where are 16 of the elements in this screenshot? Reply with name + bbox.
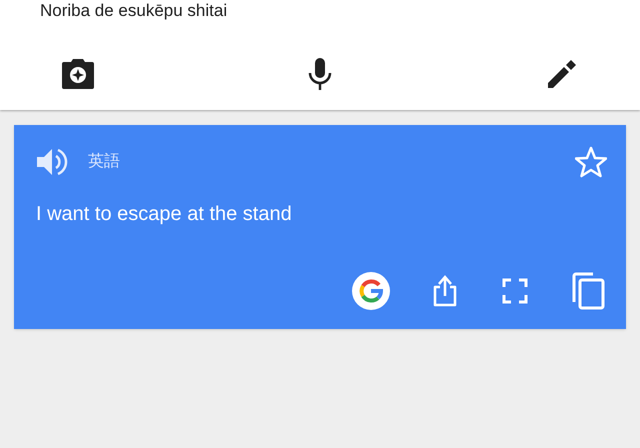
search-button[interactable] (352, 272, 390, 310)
multicolor-logo-icon (359, 279, 383, 303)
speaker-button[interactable] (36, 147, 68, 177)
translated-text: I want to escape at the stand (36, 203, 292, 225)
pen-icon (546, 58, 578, 90)
camera-button[interactable] (60, 56, 96, 92)
language-label: 英語 (88, 152, 120, 172)
camera-icon (61, 58, 95, 90)
fullscreen-button[interactable] (500, 276, 530, 306)
copy-icon (571, 272, 605, 310)
romanized-text: Noriba de esukēpu shitai (40, 0, 228, 22)
speaker-icon (36, 147, 68, 177)
fullscreen-icon (502, 278, 528, 304)
copy-button[interactable] (570, 271, 606, 311)
share-icon (432, 275, 458, 307)
microphone-icon (308, 58, 332, 90)
